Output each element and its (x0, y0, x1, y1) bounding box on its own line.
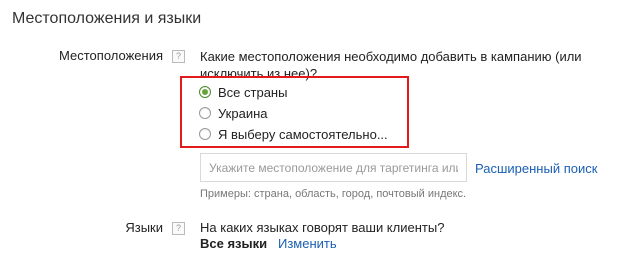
radio-option-ukraine[interactable]: Украина (199, 104, 268, 122)
change-languages-link[interactable]: Изменить (278, 236, 337, 251)
radio-option-custom[interactable]: Я выберу самостоятельно... (199, 125, 388, 143)
languages-label: Языки (125, 220, 163, 235)
radio-option-label: Все страны (218, 84, 288, 100)
location-search-input[interactable] (200, 153, 467, 182)
radio-option-label: Я выберу самостоятельно... (218, 126, 388, 142)
locations-help-icon[interactable]: ? (172, 50, 185, 63)
examples-hint: Примеры: страна, область, город, почтовы… (200, 188, 467, 200)
radio-button[interactable] (199, 128, 211, 140)
languages-help-icon[interactable]: ? (172, 222, 185, 235)
languages-value: Все языки (200, 236, 268, 251)
locations-label: Местоположения (59, 48, 163, 63)
radio-button[interactable] (199, 107, 211, 119)
radio-button-checked[interactable] (199, 86, 211, 98)
languages-question: На каких языках говорят ваши клиенты? (200, 220, 445, 235)
radio-option-all-countries[interactable]: Все страны (199, 83, 287, 101)
radio-option-label: Украина (218, 105, 268, 121)
section-title: Местоположения и языки (12, 10, 202, 27)
advanced-search-link[interactable]: Расширенный поиск (475, 161, 597, 176)
